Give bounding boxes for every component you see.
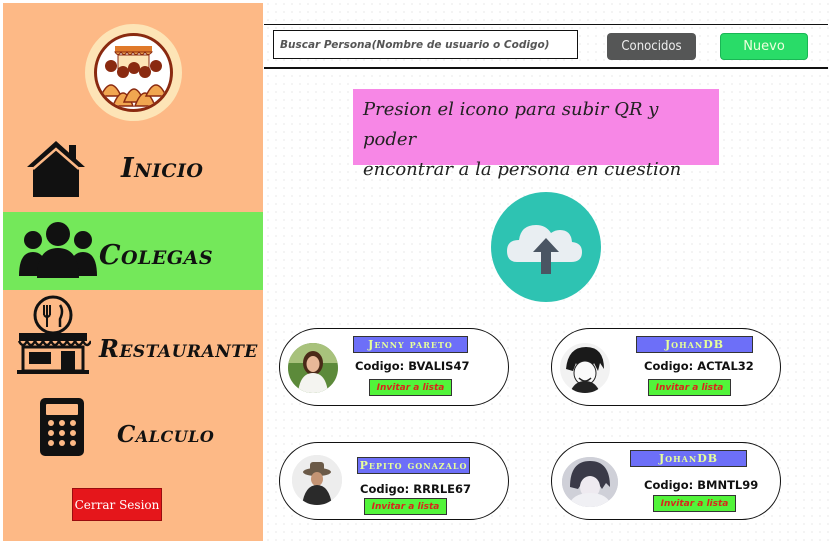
person-card: Jenny pareto Codigo: BVALIS47 Invitar a … xyxy=(279,328,509,406)
avatar xyxy=(292,455,342,505)
nav-label-calculo: Calculo xyxy=(117,421,215,448)
topbar-divider-bottom xyxy=(264,67,828,69)
person-code: Codigo: ACTAL32 xyxy=(644,359,754,373)
avatar xyxy=(562,457,618,507)
person-name-tag: Jenny pareto xyxy=(353,336,468,353)
nav-item-restaurante[interactable]: Restaurante xyxy=(3,291,263,381)
person-code: Codigo: BVALIS47 xyxy=(355,359,470,373)
logout-button[interactable]: Cerrar Sesion xyxy=(72,488,162,521)
restaurant-icon xyxy=(15,295,93,379)
calculator-icon xyxy=(39,397,85,461)
nav-label-inicio: Inicio xyxy=(121,153,204,184)
nav-label-colegas: Colegas xyxy=(99,240,214,271)
person-card: JohanDB Codigo: BMNTL99 Invitar a lista xyxy=(551,442,781,520)
invite-to-list-button[interactable]: Invitar a lista xyxy=(364,498,447,515)
conocidos-button[interactable]: Conocidos xyxy=(607,33,696,60)
house-icon xyxy=(25,139,87,203)
nav-item-colegas[interactable]: Colegas xyxy=(3,212,263,290)
nav-label-restaurante: Restaurante xyxy=(99,334,258,363)
topbar-divider-top xyxy=(264,24,828,25)
nav-item-calculo[interactable]: Calculo xyxy=(3,393,263,473)
person-card: JohanDB Codigo: ACTAL32 Invitar a lista xyxy=(551,328,781,406)
avatar xyxy=(560,343,610,393)
avatar xyxy=(288,343,338,393)
cloud-upload-icon xyxy=(507,225,582,274)
search-input[interactable] xyxy=(273,30,578,59)
invite-to-list-button[interactable]: Invitar a lista xyxy=(369,379,452,396)
invite-to-list-button[interactable]: Invitar a lista xyxy=(653,495,736,512)
sidebar: Inicio Colegas Restaurante Calculo Cerra… xyxy=(3,3,263,541)
person-name-tag: JohanDB xyxy=(630,450,747,467)
person-card: Pepito gonazalo Codigo: RRRLE67 Invitar … xyxy=(279,442,509,520)
qr-instruction-text: Presion el icono para subir QR y poder e… xyxy=(353,89,719,180)
person-name-tag: JohanDB xyxy=(636,336,753,353)
nuevo-button[interactable]: Nuevo xyxy=(720,33,808,60)
instruction-line-2: encontrar a la persona en cuestion xyxy=(363,159,682,180)
invite-to-list-button[interactable]: Invitar a lista xyxy=(648,379,731,396)
app-logo xyxy=(85,24,182,121)
instruction-line-1: Presion el icono para subir QR y poder xyxy=(363,99,659,150)
qr-upload-button[interactable] xyxy=(491,192,601,302)
person-code: Codigo: RRRLE67 xyxy=(360,482,472,496)
nav-item-inicio[interactable]: Inicio xyxy=(3,131,263,211)
people-group-icon xyxy=(17,220,99,284)
person-name-tag: Pepito gonazalo xyxy=(357,457,470,474)
person-code: Codigo: BMNTL99 xyxy=(644,478,759,492)
